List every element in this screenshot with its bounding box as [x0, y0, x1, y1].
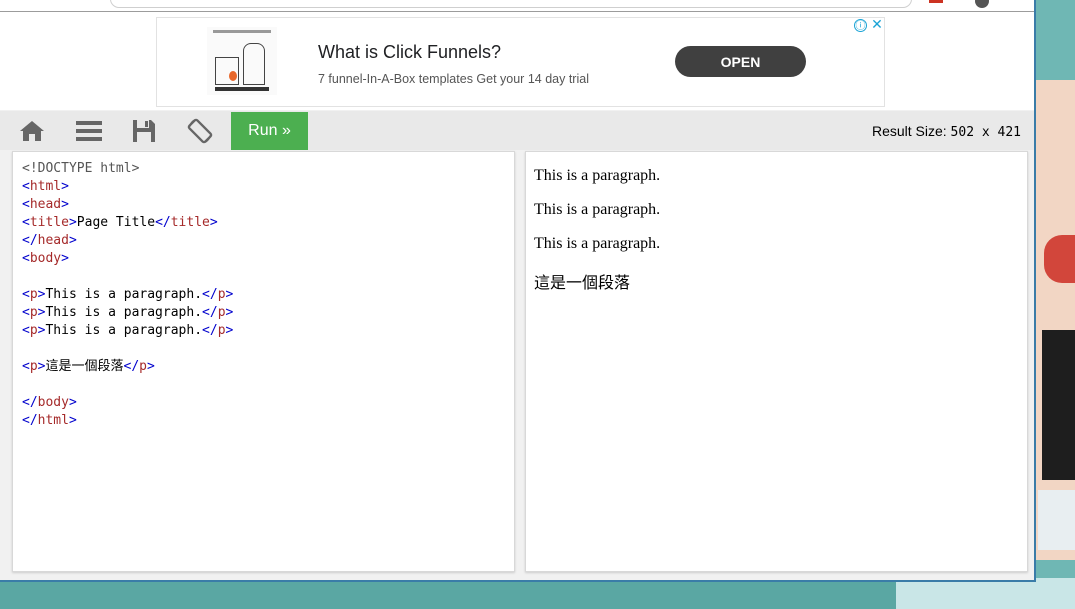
address-bar: [0, 0, 1034, 12]
result-frame: This is a paragraph. This is a paragraph…: [525, 151, 1028, 572]
ad-close-icon[interactable]: ✕: [870, 17, 884, 33]
result-size: Result Size: 502 x 421: [872, 123, 1021, 140]
desktop-strip: [896, 578, 1075, 609]
code-line: <!DOCTYPE html>: [22, 161, 140, 176]
result-paragraph: This is a paragraph.: [534, 201, 661, 218]
ad-bar: What is Click Funnels? 7 funnel-In-A-Box…: [0, 12, 1034, 110]
rotate-icon[interactable]: [186, 118, 214, 144]
code-line: <p>This is a paragraph.</p>: [22, 305, 234, 320]
code-line: <p>This is a paragraph.</p>: [22, 287, 234, 302]
code-line: </html>: [22, 413, 77, 428]
ad-banner[interactable]: What is Click Funnels? 7 funnel-In-A-Box…: [156, 17, 885, 107]
code-line: <body>: [22, 251, 69, 266]
code-line: <html>: [22, 179, 69, 194]
code-line: <p>這是一個段落</p>: [22, 359, 155, 374]
code-line: <title>Page Title</title>: [22, 215, 218, 230]
desktop-background: [1036, 0, 1075, 609]
code-text[interactable]: <!DOCTYPE html> <html> <head> <title>Page T…: [22, 160, 233, 430]
code-line: <p>This is a paragraph.</p>: [22, 323, 234, 338]
ad-title[interactable]: What is Click Funnels?: [318, 42, 501, 63]
ad-description: 7 funnel-In-A-Box templates Get your 14 …: [318, 72, 589, 86]
result-paragraph: This is a paragraph.: [534, 167, 661, 184]
result-paragraph: This is a paragraph.: [534, 235, 661, 252]
result-size-value: 502 x 421: [950, 125, 1021, 140]
code-line: <head>: [22, 197, 69, 212]
code-line: </head>: [22, 233, 77, 248]
browser-window: What is Click Funnels? 7 funnel-In-A-Box…: [0, 0, 1036, 582]
extension-icon[interactable]: [929, 0, 943, 3]
url-field[interactable]: [110, 0, 912, 8]
ad-info-icon[interactable]: ⓘ: [854, 19, 867, 32]
ad-thumbnail[interactable]: [207, 27, 277, 95]
result-size-label: Result Size:: [871, 123, 947, 139]
run-button[interactable]: Run »: [231, 112, 308, 150]
save-icon[interactable]: [130, 119, 158, 143]
code-editor[interactable]: <!DOCTYPE html> <html> <head> <title>Page T…: [12, 151, 515, 572]
home-icon[interactable]: [18, 119, 46, 143]
profile-icon[interactable]: [975, 0, 989, 8]
menu-icon[interactable]: [75, 119, 103, 143]
editor-toolbar: Run » Result Size: 502 x 421: [0, 111, 1034, 150]
result-paragraph: 這是一個段落: [534, 275, 631, 292]
ad-open-button[interactable]: OPEN: [675, 46, 806, 77]
code-line: </body>: [22, 395, 77, 410]
